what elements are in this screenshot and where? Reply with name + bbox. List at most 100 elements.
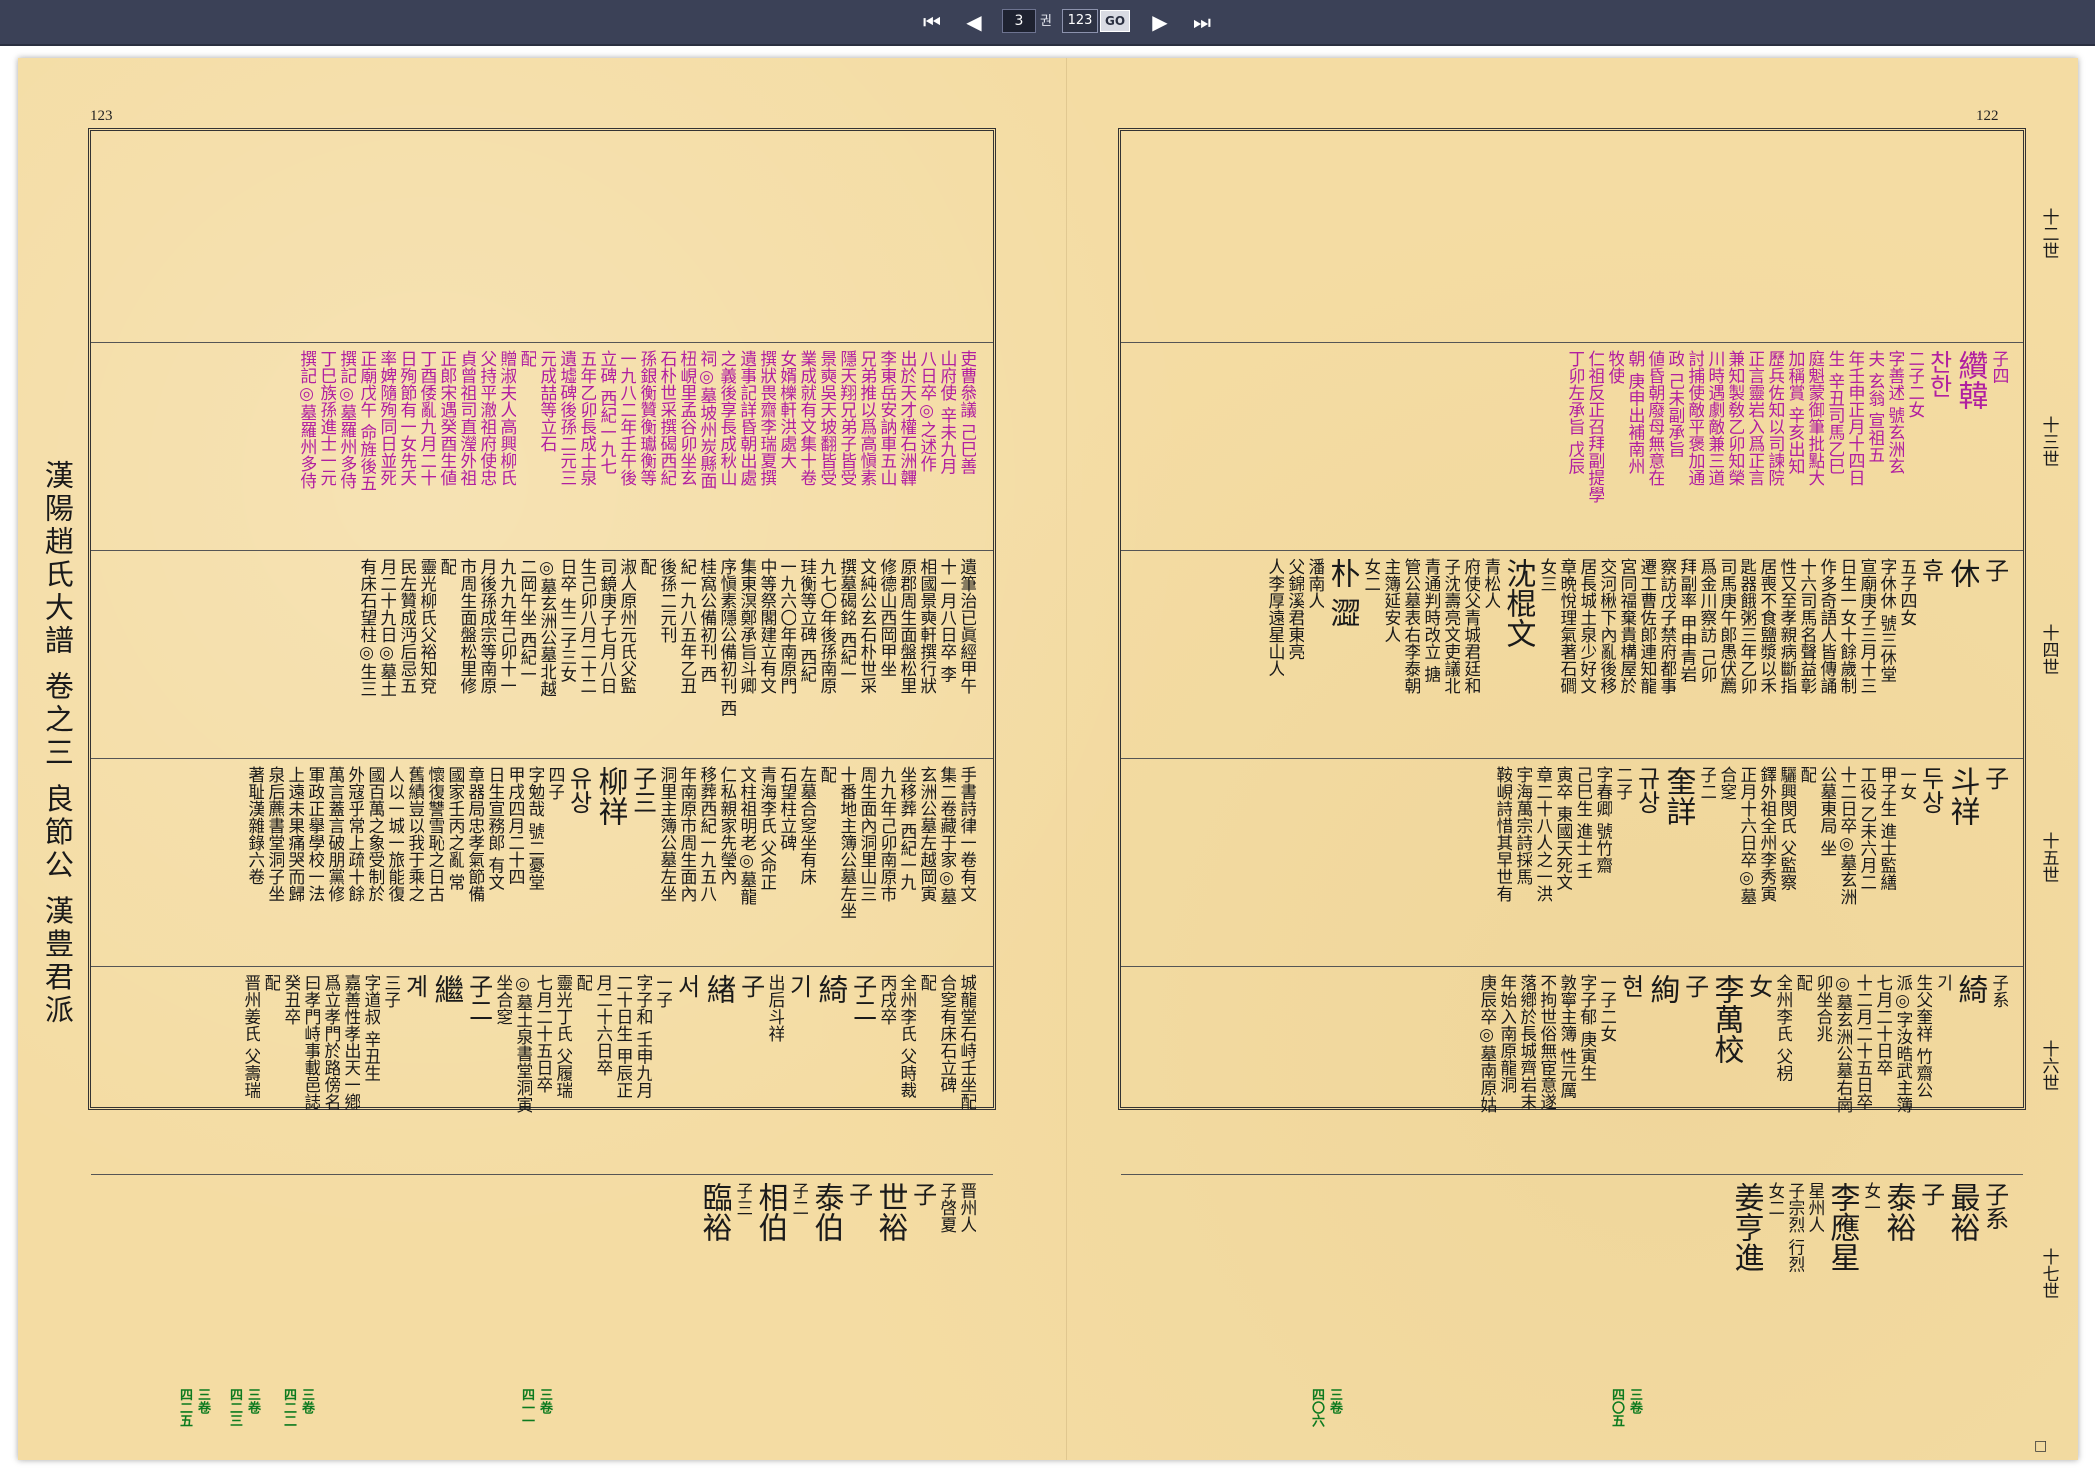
text-column: 出於天才權石洲韠 (896, 350, 916, 486)
text-column: 青松人 (1480, 558, 1500, 609)
generation-label-12: 十二世 (2038, 208, 2059, 259)
text-column: 泰裕 (1880, 1182, 1915, 1242)
text-column: 子 (1916, 1182, 1944, 1206)
text-column: 遺事記詳昏朝出處 (736, 350, 756, 486)
text-column: 正言靈岩入爲正言 (1744, 350, 1764, 486)
text-column: 기 (784, 974, 812, 998)
go-button[interactable]: GO (1100, 10, 1130, 32)
generation-label-14: 十四世 (2038, 624, 2059, 675)
text-column: 集東溟鄭承旨斗卿 (736, 558, 756, 694)
text-column: 序愼素隱公備初刊 西 (716, 558, 736, 717)
text-column: 兼知製敎乙卯知榮 (1724, 350, 1744, 486)
right-row-divider-4 (1121, 966, 2023, 967)
text-column: 歷兵佐知以司諫院 (1764, 350, 1784, 486)
text-column: 管公墓表右李泰朝 (1400, 558, 1420, 694)
text-column: 民左贊成沔后忌五 (396, 558, 416, 694)
text-column: 紀一九八五年乙丑 (676, 558, 696, 694)
text-column: 隱天翔兄弟子皆受 (836, 350, 856, 486)
text-column: 爲金川察訪 己卯 (1696, 558, 1716, 683)
text-column: 姜亨進 (1728, 1182, 1763, 1272)
volume-reference: 四一一 (518, 1388, 534, 1427)
text-column: 貞曾祖司直瀅外祖 (456, 350, 476, 486)
next-page-button[interactable]: ▶ (1140, 7, 1180, 37)
text-column: 日殉節有一女先夭 (396, 350, 416, 486)
prev-page-button[interactable]: ◀ (954, 7, 994, 37)
generation-label-16: 十六世 (2038, 1040, 2059, 1091)
text-column: 日生宣務郞 有文 (484, 766, 504, 891)
text-column: 奎詳 (1660, 766, 1695, 826)
text-column: 贈淑夫人高興柳氏 (496, 350, 516, 486)
text-column: 月二十九日◎墓土 (376, 558, 396, 697)
first-page-button[interactable]: ⏮ (912, 7, 952, 37)
text-column: 拜副率 甲申青岩 (1676, 558, 1696, 683)
text-column: 章二十八人之一洪 (1532, 766, 1552, 902)
right-page-number: 122 (1976, 108, 1999, 124)
text-column: 寅卒 東國天死文 (1552, 766, 1572, 891)
text-column: ◎墓玄洲公墓北越 (536, 558, 556, 697)
text-column: 子 (1980, 558, 2008, 582)
text-column: 配 (260, 974, 280, 991)
text-column: 臨裕 (696, 1182, 731, 1242)
text-column: 配 (1792, 974, 1812, 991)
text-column: 左墓合窆坐有床 (796, 766, 816, 885)
text-column: 一子二女 (1596, 974, 1616, 1042)
text-column: 青通判時改立 搪 (1420, 558, 1440, 683)
text-column: 宮同福棄貴構屋於 (1616, 558, 1636, 694)
text-column: 字勉哉 號二憂堂 (524, 766, 544, 891)
page-number-input[interactable] (1002, 9, 1036, 33)
text-column: 女婿櫟軒洪處大 (776, 350, 796, 469)
text-column: 子系 (1988, 974, 2008, 1008)
document-viewer[interactable]: 漢陽趙氏大譜 卷之三 良節公 漢豊君派 123 122 十二世 十三世 十四世 … (0, 46, 2095, 1476)
last-page-button[interactable]: ⏭ (1182, 7, 1222, 37)
text-column: 字道叔 辛丑生 (360, 974, 380, 1082)
text-column: 女二 (1360, 558, 1380, 592)
text-column: 宇海萬宗詩採馬 (1512, 766, 1532, 885)
text-column: 周生面內洞里山三 (856, 766, 876, 902)
text-column: 李應星 (1824, 1182, 1859, 1272)
text-column: 山府使 辛未九月 (936, 350, 956, 475)
text-column: 一女 (1896, 766, 1916, 800)
text-column: 泰伯 (808, 1182, 843, 1242)
text-column: 配 (816, 766, 836, 783)
text-column: 祠◎墓坡州炭縣面 (696, 350, 716, 489)
text-column: 纘韓 (1952, 350, 1987, 410)
text-column: 遷工曹佐郞連知龍 (1636, 558, 1656, 694)
text-column: 三子 (380, 974, 400, 1008)
text-column: 全州李氏 父時裁 (896, 974, 916, 1099)
text-column: 集二卷藏于家◎墓 (936, 766, 956, 905)
text-column: 父錦溪君東亮 (1284, 558, 1304, 660)
text-column: 子系 (1980, 1182, 2008, 1230)
text-column: 두상 (1916, 766, 1944, 814)
text-column: 宣廟庚子三月十三 (1856, 558, 1876, 694)
text-column: 舊績豈以我于乘之 (404, 766, 424, 902)
right-row-divider-1 (1121, 342, 2023, 343)
text-column: 十一月八日卒 李 (936, 558, 956, 683)
text-column: 二子 (1612, 766, 1632, 800)
text-column: 九七〇年後孫南原 (816, 558, 836, 694)
text-column: 沈棍文 (1500, 558, 1535, 648)
text-column: 子啓夏 (936, 1182, 956, 1233)
volume-reference: 四二二 (280, 1388, 296, 1427)
generation-label-15: 十五世 (2038, 832, 2059, 883)
text-column: 子 (1980, 766, 2008, 790)
text-column: 五子四女 (1896, 558, 1916, 626)
text-column: 계 (400, 974, 428, 998)
text-column: 一子 (652, 974, 672, 1008)
text-column: 居長城土泉少好文 (1576, 558, 1596, 694)
text-column: 外寇乎常上疏十餘 (344, 766, 364, 902)
left-page-number: 123 (90, 108, 113, 124)
text-column: 吏曹叅議 己巳善 (956, 350, 976, 475)
text-column: 工役 乙未六月二 (1856, 766, 1876, 891)
text-column: 女二 (1764, 1182, 1784, 1216)
text-column: 配 (1796, 766, 1816, 783)
text-column: 현 (1616, 974, 1644, 998)
text-column: 居喪不食鹽漿以禾 (1756, 558, 1776, 694)
text-column: 靈光柳氏父裕知兗 (416, 558, 436, 694)
text-column: 移葬西紀一九五八 (696, 766, 716, 902)
text-column: 原郡周生面盤松里 (896, 558, 916, 694)
text-column: 合窆 (1716, 766, 1736, 800)
text-column: 子三 (732, 1182, 752, 1216)
text-column: 日生一女十餘歲制 (1836, 558, 1856, 694)
text-column: 서 (672, 974, 700, 998)
text-column: 最裕 (1944, 1182, 1979, 1242)
